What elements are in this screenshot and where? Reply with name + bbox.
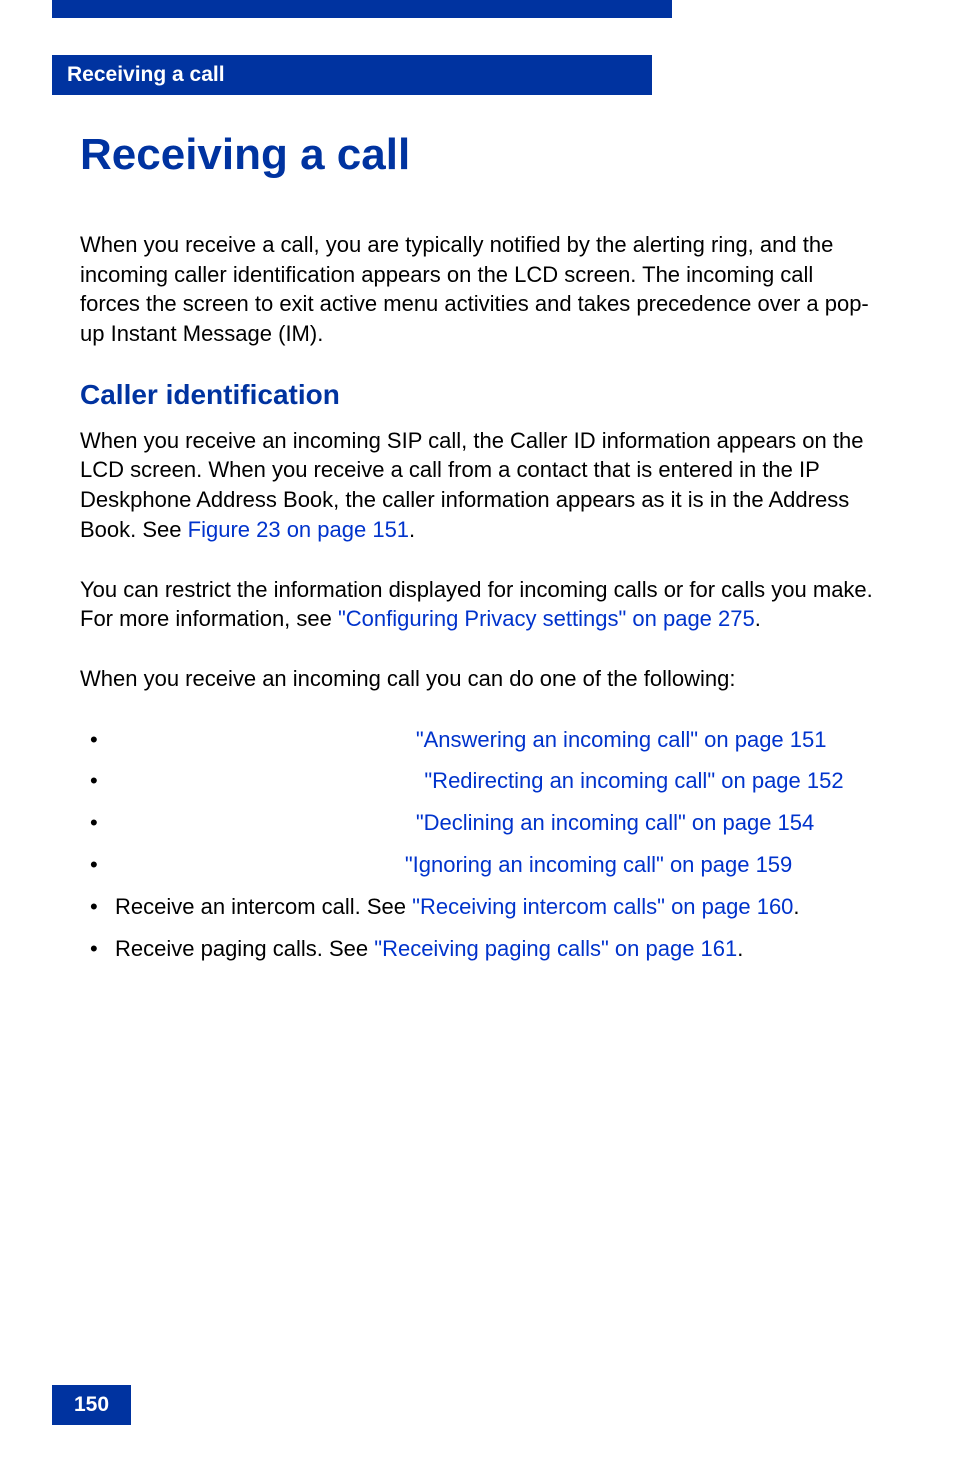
b5-pre: Receive an intercom call. See [115, 894, 412, 919]
list-item: Redirect the incoming call. See "Redirec… [80, 765, 874, 797]
page-number-value: 150 [74, 1393, 109, 1416]
privacy-link[interactable]: "Configuring Privacy settings" on page 2… [338, 606, 755, 631]
page-content: Receiving a call Receiving a call When y… [0, 0, 954, 965]
intro-paragraph: When you receive a call, you are typical… [80, 230, 874, 349]
b5-post: . [793, 894, 799, 919]
intercom-link[interactable]: "Receiving intercom calls" on page 160 [412, 894, 793, 919]
section-title: Caller identification [80, 379, 874, 411]
redirect-link[interactable]: "Redirecting an incoming call" on page 1… [424, 768, 843, 793]
paging-link[interactable]: "Receiving paging calls" on page 161 [374, 936, 737, 961]
list-item: Ignore the incoming call. See "Ignoring … [80, 849, 874, 881]
list-item: Answer the incoming call. See "Answering… [80, 724, 874, 756]
page-title: Receiving a call [80, 130, 874, 180]
section-para-2: You can restrict the information display… [80, 575, 874, 634]
page-number: 150 [52, 1385, 131, 1425]
para1-post: . [409, 517, 415, 542]
list-item: Receive an intercom call. See "Receiving… [80, 891, 874, 923]
section-para-3: When you receive an incoming call you ca… [80, 664, 874, 694]
b6-pre: Receive paging calls. See [115, 936, 374, 961]
section-para-1: When you receive an incoming SIP call, t… [80, 426, 874, 545]
para2-post: . [755, 606, 761, 631]
list-item: Decline the incoming call. See "Declinin… [80, 807, 874, 839]
ignore-link[interactable]: "Ignoring an incoming call" on page 159 [405, 852, 792, 877]
options-list: Answer the incoming call. See "Answering… [80, 724, 874, 965]
b6-post: . [737, 936, 743, 961]
answer-link[interactable]: "Answering an incoming call" on page 151 [416, 727, 827, 752]
decline-link[interactable]: "Declining an incoming call" on page 154 [416, 810, 814, 835]
list-item: Receive paging calls. See "Receiving pag… [80, 933, 874, 965]
figure-link[interactable]: Figure 23 on page 151 [188, 517, 409, 542]
header-label: Receiving a call [67, 63, 225, 86]
header-bar: Receiving a call [52, 55, 652, 95]
